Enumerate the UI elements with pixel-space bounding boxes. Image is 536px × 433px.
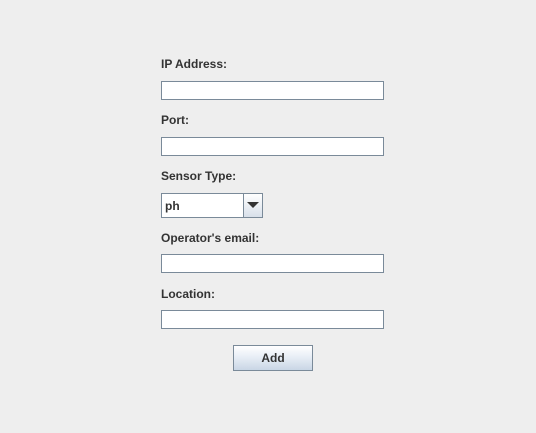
operator-email-input[interactable] <box>161 254 384 273</box>
add-button[interactable]: Add <box>233 345 313 371</box>
location-label: Location: <box>161 287 215 301</box>
combo-arrow-button[interactable] <box>243 194 262 217</box>
port-input[interactable] <box>161 137 384 156</box>
sensor-type-label: Sensor Type: <box>161 169 237 183</box>
ip-address-input[interactable] <box>161 81 384 100</box>
operator-email-label: Operator's email: <box>161 231 260 245</box>
sensor-type-value: ph <box>165 199 180 213</box>
port-label: Port: <box>161 113 189 127</box>
ip-address-label: IP Address: <box>161 57 228 71</box>
sensor-type-select[interactable]: ph <box>161 193 263 218</box>
chevron-down-icon <box>247 202 259 208</box>
location-input[interactable] <box>161 310 384 329</box>
